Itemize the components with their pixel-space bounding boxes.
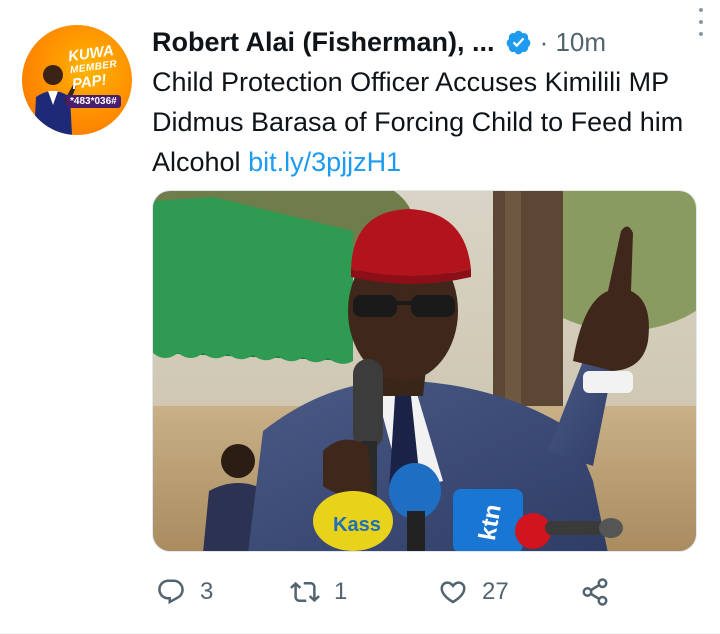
photo-scene: Kass ktn	[153, 191, 696, 551]
retweet-button[interactable]: 1	[290, 577, 347, 607]
like-button[interactable]: 27	[438, 577, 509, 607]
tweet[interactable]: KUWA MEMBER PAP! *483*036# Robert Alai (…	[0, 0, 720, 634]
reply-count: 3	[200, 578, 214, 605]
avatar-slogan: KUWA MEMBER PAP!	[67, 42, 120, 94]
share-icon	[582, 578, 608, 606]
tweet-actions: 3 1 27	[152, 572, 622, 612]
reply-icon	[158, 579, 184, 605]
tweet-body: Child Protection Officer Accuses Kimilil…	[152, 67, 684, 177]
tweet-header: Robert Alai (Fisherman), ... · 10m	[152, 22, 700, 62]
tweet-link[interactable]: bit.ly/3pjjzH1	[248, 147, 401, 177]
reply-button[interactable]: 3	[156, 577, 213, 607]
like-icon	[440, 581, 466, 604]
more-icon[interactable]	[694, 8, 708, 36]
tweet-time[interactable]: · 10m	[540, 27, 606, 58]
share-button[interactable]	[580, 577, 610, 607]
like-count: 27	[482, 578, 509, 605]
author-name[interactable]: Robert Alai (Fisherman), ...	[152, 27, 495, 58]
avatar-code: *483*036#	[66, 95, 121, 108]
tweet-media-photo[interactable]: Kass ktn	[152, 190, 697, 552]
retweet-count: 1	[334, 578, 348, 605]
mic-label: Kass	[333, 514, 381, 536]
retweet-icon	[290, 581, 320, 603]
tweet-text: Child Protection Officer Accuses Kimilil…	[152, 62, 702, 182]
avatar-line3: PAP!	[70, 71, 108, 94]
avatar[interactable]: KUWA MEMBER PAP! *483*036#	[22, 25, 132, 135]
verified-badge-icon	[506, 30, 530, 54]
